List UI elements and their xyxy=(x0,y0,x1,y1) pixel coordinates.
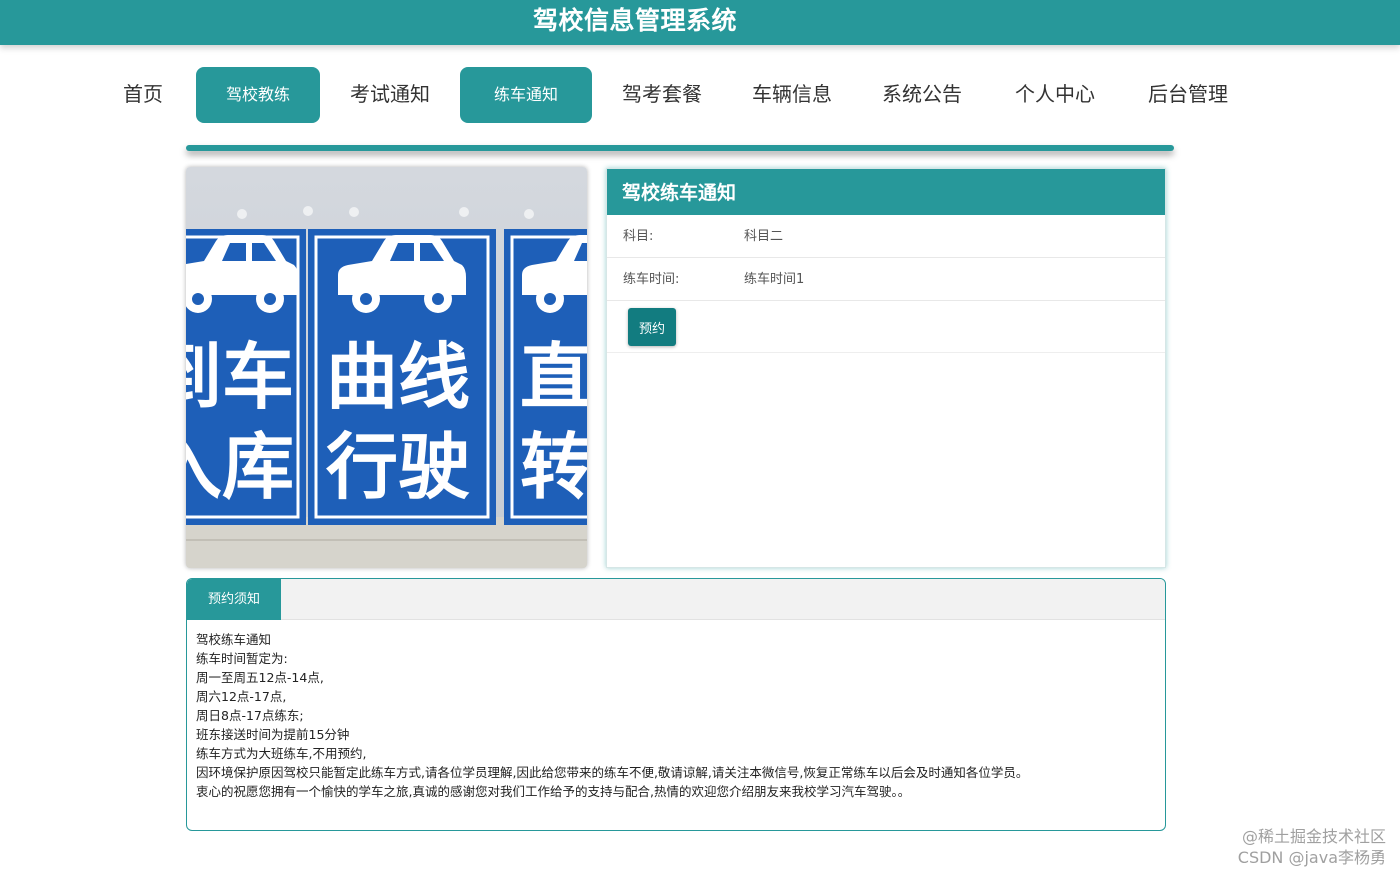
action-row: 预约 xyxy=(607,301,1165,353)
nav-item-profile[interactable]: 个人中心 xyxy=(1005,67,1105,123)
site-title: 驾校信息管理系统 xyxy=(532,6,737,35)
svg-text:入库: 入库 xyxy=(186,425,294,509)
tab-content: 驾校练车通知 练车时间暂定为: 周一至周五12点-14点, 周六12点-17点,… xyxy=(187,620,1165,801)
reserve-button[interactable]: 预约 xyxy=(628,308,676,346)
content-line: 练车方式为大班练车,不用预约, xyxy=(196,746,367,761)
content-line: 周六12点-17点, xyxy=(196,689,287,704)
practice-time-label: 练车时间: xyxy=(623,272,680,287)
watermark: @稀土掘金技术社区 CSDN @java李杨勇 xyxy=(1238,826,1386,868)
main-nav: 首页 驾校教练 考试通知 练车通知 驾考套餐 车辆信息 系统公告 个人中心 后台… xyxy=(0,67,1400,123)
subject-value: 科目二 xyxy=(744,229,784,244)
booking-info-tabs: 预约须知 驾校练车通知 练车时间暂定为: 周一至周五12点-14点, 周六12点… xyxy=(186,578,1166,831)
content-line: 周日8点-17点练东; xyxy=(196,708,304,723)
content-line: 衷心的祝愿您拥有一个愉快的学车之旅,真诚的感谢您对我们工作给予的支持与配合,热情… xyxy=(196,784,911,799)
tab-strip: 预约须知 xyxy=(187,579,1165,620)
top-header-bar: 驾校信息管理系统 xyxy=(0,0,1400,45)
svg-text:行驶: 行驶 xyxy=(326,425,470,509)
content-line: 驾校练车通知 xyxy=(196,632,272,647)
svg-text:直角: 直角 xyxy=(520,335,587,419)
content-line: 班东接送时间为提前15分钟 xyxy=(196,727,350,742)
nav-item-announcements[interactable]: 系统公告 xyxy=(872,67,972,123)
practice-time-value: 练车时间1 xyxy=(744,272,805,287)
subject-label: 科目: xyxy=(623,229,654,244)
content-line: 周一至周五12点-14点, xyxy=(196,670,324,685)
watermark-line-1: @稀土掘金技术社区 xyxy=(1241,827,1386,846)
nav-item-coaches[interactable]: 驾校教练 xyxy=(196,67,320,123)
notice-title: 驾校练车通知 xyxy=(607,169,1165,215)
watermark-line-2: CSDN @java李杨勇 xyxy=(1237,848,1386,867)
nav-item-vehicles[interactable]: 车辆信息 xyxy=(742,67,842,123)
svg-text:曲线: 曲线 xyxy=(326,335,470,419)
practice-time-row: 练车时间: 练车时间1 xyxy=(607,258,1165,301)
practice-notice-card: 驾校练车通知 科目: 科目二 练车时间: 练车时间1 预约 xyxy=(606,168,1166,568)
section-divider xyxy=(186,145,1174,151)
nav-item-packages[interactable]: 驾考套餐 xyxy=(612,67,712,123)
tab-booking-notice[interactable]: 预约须知 xyxy=(187,579,281,620)
content-line: 练车时间暂定为: xyxy=(196,651,288,666)
nav-item-practice-notice[interactable]: 练车通知 xyxy=(460,67,592,123)
nav-item-admin[interactable]: 后台管理 xyxy=(1138,67,1238,123)
subject-row: 科目: 科目二 xyxy=(607,215,1165,258)
svg-text:转弯: 转弯 xyxy=(520,425,587,509)
nav-item-home[interactable]: 首页 xyxy=(112,67,174,123)
svg-text:到车: 到车 xyxy=(186,335,294,419)
driving-test-signs-photo: . 到车 入库 曲线 行驶 直角 转弯 xyxy=(186,167,587,568)
nav-item-exam-notice[interactable]: 考试通知 xyxy=(340,67,440,123)
content-line: 因环境保护原因驾校只能暂定此练车方式,请各位学员理解,因此给您带来的练车不便,敬… xyxy=(196,765,1029,780)
